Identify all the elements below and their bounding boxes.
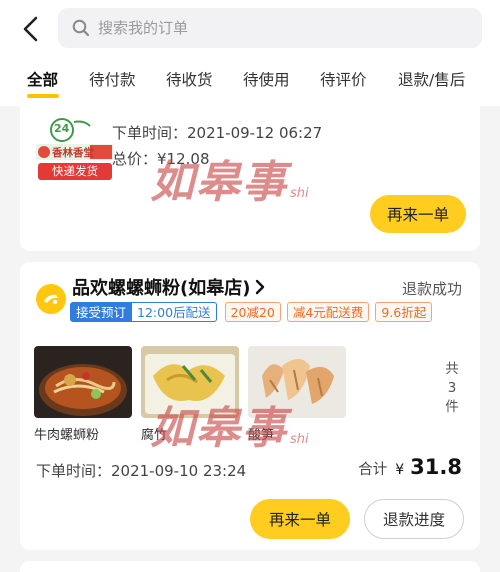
item-image-tofu-skin bbox=[141, 346, 239, 418]
order-item[interactable]: 腐竹 bbox=[141, 346, 239, 443]
chevron-right-icon bbox=[256, 279, 265, 295]
logo-text: 香林香堂 bbox=[52, 147, 94, 159]
order-card[interactable]: 品欢螺螺蛳粉(如皋店) 退款成功 接受预订 12:00后配送 20减20 减4元… bbox=[20, 262, 480, 550]
tag-preorder: 接受预订 bbox=[70, 302, 133, 322]
currency-symbol: ¥ bbox=[395, 462, 405, 478]
order-item[interactable]: 酸笋 bbox=[248, 346, 346, 443]
order-total: 合计 ¥ 31.8 bbox=[358, 455, 462, 479]
store-logo: 24 香林香堂 快递发货 bbox=[32, 116, 118, 182]
tab-pending-review[interactable]: 待评价 bbox=[320, 62, 367, 90]
order-item[interactable]: 牛肉螺蛳粉 bbox=[34, 346, 132, 443]
back-button[interactable] bbox=[14, 12, 48, 46]
order-total-price: 总价：¥12.08 bbox=[112, 150, 210, 168]
total-label: 合计 bbox=[358, 462, 388, 478]
tab-pending-payment[interactable]: 待付款 bbox=[89, 62, 136, 90]
search-box[interactable] bbox=[58, 8, 482, 48]
tab-pending-receipt[interactable]: 待收货 bbox=[166, 62, 213, 90]
item-name: 酸笋 bbox=[248, 428, 275, 443]
tab-all[interactable]: 全部 bbox=[26, 62, 59, 98]
reorder-button[interactable]: 再来一单 bbox=[370, 195, 466, 233]
store-tags: 接受预订 12:00后配送 20减20 减4元配送费 9.6折起 bbox=[70, 302, 438, 322]
refund-progress-button[interactable]: 退款进度 bbox=[364, 499, 464, 539]
chevron-left-icon bbox=[23, 16, 38, 42]
order-items: 牛肉螺蛳粉 腐竹 酸笋 bbox=[34, 346, 355, 443]
store-icon bbox=[36, 284, 66, 314]
tab-pending-use[interactable]: 待使用 bbox=[243, 62, 290, 90]
total-value: 31.8 bbox=[410, 455, 462, 479]
search-icon bbox=[72, 19, 90, 37]
logo-ribbon: 快递发货 bbox=[52, 164, 98, 178]
store-name-link[interactable]: 品欢螺螺蛳粉(如皋店) bbox=[72, 274, 266, 300]
tag-percent-off: 9.6折起 bbox=[375, 302, 433, 322]
order-card[interactable] bbox=[20, 561, 480, 572]
order-time: 下单时间：2021-09-12 06:27 bbox=[112, 124, 323, 142]
item-count-suffix: 件 bbox=[445, 399, 459, 415]
search-input[interactable] bbox=[98, 19, 458, 37]
item-name: 牛肉螺蛳粉 bbox=[34, 428, 100, 443]
item-count: 共 3 件 bbox=[444, 360, 460, 417]
tag-delivery-fee: 减4元配送费 bbox=[286, 302, 370, 322]
order-card[interactable]: 24 香林香堂 快递发货 下单时间：2021-09-12 06:27 总价：¥1… bbox=[20, 98, 480, 251]
top-bar: 全部 待付款 待收货 待使用 待评价 退款/售后 bbox=[0, 0, 500, 106]
tag-delivery-time: 12:00后配送 bbox=[132, 302, 217, 322]
store-name: 品欢螺螺蛳粉(如皋店) bbox=[72, 278, 251, 299]
item-count-prefix: 共 bbox=[445, 361, 459, 377]
item-count-number: 3 bbox=[447, 380, 457, 396]
tab-refund-after-sales[interactable]: 退款/售后 bbox=[398, 62, 465, 90]
tag-discount: 20减20 bbox=[224, 302, 281, 322]
order-status: 退款成功 bbox=[401, 280, 462, 298]
logo-badge: 24 bbox=[54, 122, 70, 135]
item-image-sour-bamboo bbox=[248, 346, 346, 418]
order-time: 下单时间：2021-09-10 23:24 bbox=[36, 462, 247, 480]
reorder-button[interactable]: 再来一单 bbox=[250, 499, 350, 539]
item-image-beef-noodles bbox=[34, 346, 132, 418]
item-name: 腐竹 bbox=[141, 428, 168, 443]
